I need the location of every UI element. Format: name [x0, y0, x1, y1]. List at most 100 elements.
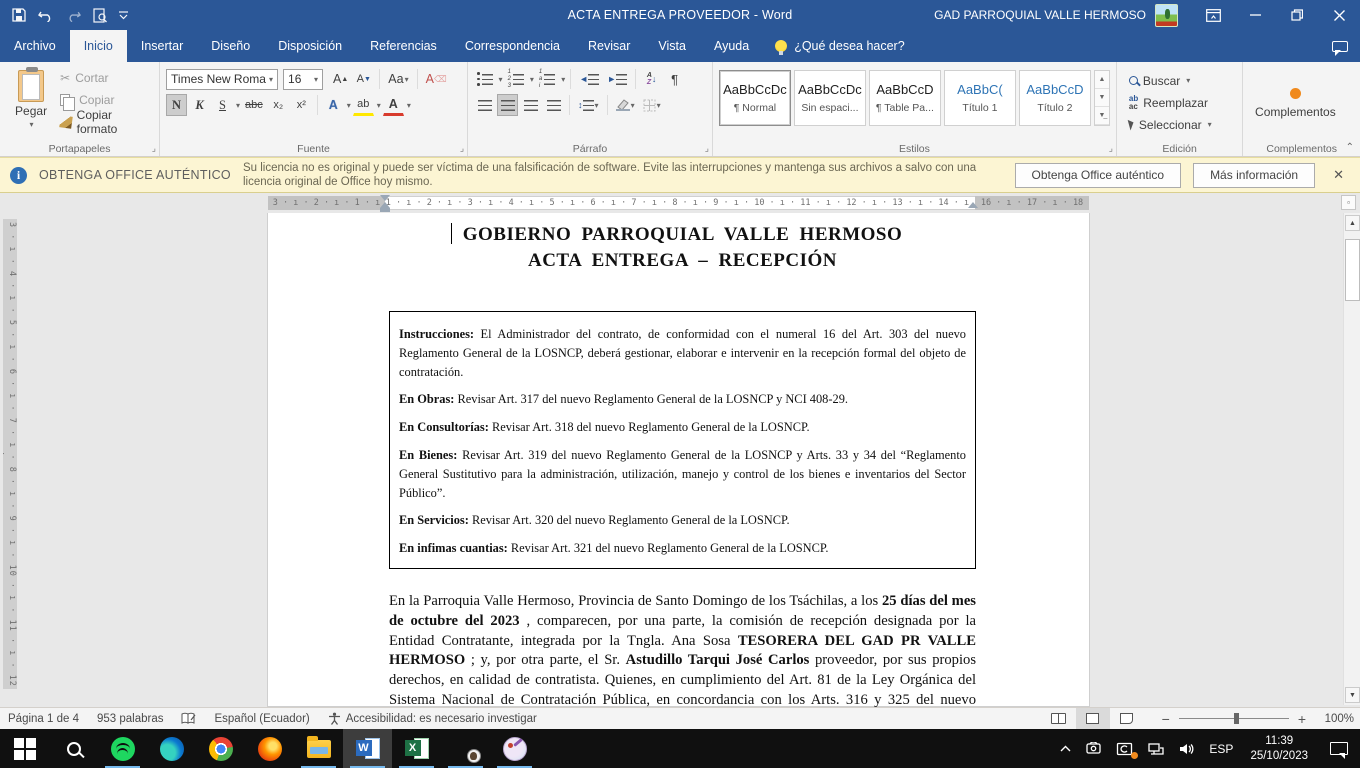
spotify-icon[interactable]: [98, 729, 147, 768]
bold-button[interactable]: N: [166, 94, 187, 116]
font-dialog-launcher[interactable]: ⌟: [460, 143, 464, 154]
ribbon-tab[interactable]: Ayuda: [700, 30, 763, 62]
learn-more-button[interactable]: Más información: [1193, 163, 1315, 188]
align-center-button[interactable]: [497, 94, 518, 116]
network-icon[interactable]: [1140, 729, 1171, 768]
underline-button[interactable]: S: [212, 94, 233, 116]
paste-button[interactable]: Pegar ▾: [6, 66, 56, 131]
text-effects-dropdown-icon[interactable]: ▾: [347, 101, 351, 110]
first-line-indent-marker[interactable]: [380, 195, 390, 201]
styles-dialog-launcher[interactable]: ⌟: [1109, 143, 1113, 154]
document-page[interactable]: GOBIERNO PARROQUIAL VALLE HERMOSO ACTA E…: [267, 213, 1090, 707]
web-layout-button[interactable]: [1110, 708, 1144, 730]
find-button[interactable]: Buscar▾: [1129, 71, 1236, 90]
style-card[interactable]: AaBbC( Título 1: [944, 70, 1016, 126]
scroll-down-icon[interactable]: ▼: [1345, 687, 1360, 703]
superscript-button[interactable]: x²: [291, 94, 312, 116]
file-explorer-icon[interactable]: [294, 729, 343, 768]
clipboard-dialog-launcher[interactable]: ⌟: [152, 143, 156, 154]
format-painter-button[interactable]: Copiar formato: [60, 112, 153, 131]
style-card[interactable]: AaBbCcD Título 2: [1019, 70, 1091, 126]
copy-button[interactable]: Copiar: [60, 90, 153, 109]
font-size-select[interactable]: 16▾: [283, 69, 323, 90]
start-button[interactable]: [0, 729, 49, 768]
paragraph-dialog-launcher[interactable]: ⌟: [705, 143, 709, 154]
font-color-dropdown-icon[interactable]: ▾: [407, 101, 411, 110]
vertical-scrollbar[interactable]: ▲ ▼: [1343, 213, 1360, 705]
font-color-button[interactable]: A: [383, 94, 404, 116]
justify-button[interactable]: [543, 94, 564, 116]
tell-me-box[interactable]: ¿Qué desea hacer?: [763, 30, 917, 62]
language-indicator[interactable]: ESP: [1202, 729, 1240, 768]
grow-font-button[interactable]: A▲: [330, 68, 351, 90]
addins-button[interactable]: Complementos: [1249, 66, 1341, 140]
style-card[interactable]: AaBbCcDc ¶ Normal: [719, 70, 791, 126]
numbering-button[interactable]: 123: [505, 68, 527, 90]
action-center-icon[interactable]: [1330, 742, 1348, 755]
get-genuine-office-button[interactable]: Obtenga Office auténtico: [1015, 163, 1182, 188]
style-card[interactable]: AaBbCcDc Sin espaci...: [794, 70, 866, 126]
strikethrough-button[interactable]: abc: [242, 94, 266, 116]
subscript-button[interactable]: x₂: [268, 94, 289, 116]
proofing-icon[interactable]: [181, 712, 196, 725]
ribbon-tab[interactable]: Vista: [644, 30, 700, 62]
styles-scroll-up-icon[interactable]: ▲: [1095, 71, 1109, 89]
clear-formatting-button[interactable]: A⌫: [423, 68, 450, 90]
ruler-toggle-button[interactable]: ▫: [1341, 195, 1356, 210]
firefox-icon[interactable]: [245, 729, 294, 768]
ribbon-tab[interactable]: Archivo: [0, 30, 70, 62]
line-spacing-button[interactable]: ↕▾: [575, 94, 602, 116]
borders-button[interactable]: ▾: [640, 94, 664, 116]
minimize-button[interactable]: [1234, 0, 1276, 30]
decrease-indent-button[interactable]: ◄: [576, 68, 602, 90]
italic-button[interactable]: K: [189, 94, 210, 116]
save-icon[interactable]: [12, 8, 26, 22]
zoom-level[interactable]: 100%: [1316, 713, 1354, 725]
highlight-dropdown-icon[interactable]: ▾: [377, 101, 381, 110]
restore-button[interactable]: [1276, 0, 1318, 30]
redo-icon[interactable]: [66, 9, 81, 22]
excel-icon[interactable]: X: [392, 729, 441, 768]
volume-icon[interactable]: [1171, 729, 1202, 768]
account-name[interactable]: GAD PARROQUIAL VALLE HERMOSO: [934, 8, 1146, 22]
paste-dropdown-icon[interactable]: ▾: [30, 120, 34, 129]
tray-app-icon[interactable]: [1078, 729, 1109, 768]
cut-button[interactable]: ✂Cortar: [60, 68, 153, 87]
align-right-button[interactable]: [520, 94, 541, 116]
page-indicator[interactable]: Página 1 de 4: [8, 713, 79, 725]
chrome-icon[interactable]: [196, 729, 245, 768]
tray-expand-icon[interactable]: [1053, 729, 1078, 768]
right-indent-marker[interactable]: [968, 202, 978, 208]
taskbar-clock[interactable]: 11:39 25/10/2023: [1240, 734, 1318, 763]
banner-close-icon[interactable]: ✕: [1327, 167, 1350, 183]
close-button[interactable]: [1318, 0, 1360, 30]
undo-icon[interactable]: [38, 9, 54, 22]
show-marks-button[interactable]: ¶: [664, 68, 685, 90]
zoom-slider[interactable]: [1179, 718, 1289, 719]
text-effects-button[interactable]: A: [323, 94, 344, 116]
styles-scroll-down-icon[interactable]: ▼: [1095, 89, 1109, 107]
scroll-up-icon[interactable]: ▲: [1345, 215, 1360, 231]
accessibility-item[interactable]: Accesibilidad: es necesario investigar: [328, 712, 537, 725]
ribbon-tab[interactable]: Insertar: [127, 30, 197, 62]
ribbon-tab[interactable]: Inicio: [70, 30, 127, 62]
zoom-out-icon[interactable]: −: [1162, 711, 1170, 727]
ribbon-tab[interactable]: Correspondencia: [451, 30, 574, 62]
word-icon[interactable]: W: [343, 729, 392, 768]
change-case-button[interactable]: Aa▾: [385, 68, 411, 90]
ribbon-tab[interactable]: Revisar: [574, 30, 644, 62]
style-card[interactable]: AaBbCcD ¶ Table Pa...: [869, 70, 941, 126]
styles-gallery-more-icon[interactable]: ▼̲: [1095, 107, 1109, 125]
shading-button[interactable]: ▾: [613, 94, 638, 116]
print-layout-button[interactable]: [1076, 708, 1110, 730]
align-left-button[interactable]: [474, 94, 495, 116]
paint3d-icon[interactable]: [490, 729, 539, 768]
underline-dropdown-icon[interactable]: ▾: [236, 101, 240, 110]
tray-sync-icon[interactable]: [1109, 729, 1140, 768]
increase-indent-button[interactable]: ►: [604, 68, 630, 90]
account-avatar[interactable]: [1155, 4, 1178, 27]
font-name-select[interactable]: Times New Roma▾: [166, 69, 278, 90]
left-indent-marker[interactable]: [380, 208, 390, 212]
collapse-ribbon-icon[interactable]: ⌃: [1346, 142, 1354, 153]
zoom-slider-thumb[interactable]: [1234, 713, 1239, 724]
